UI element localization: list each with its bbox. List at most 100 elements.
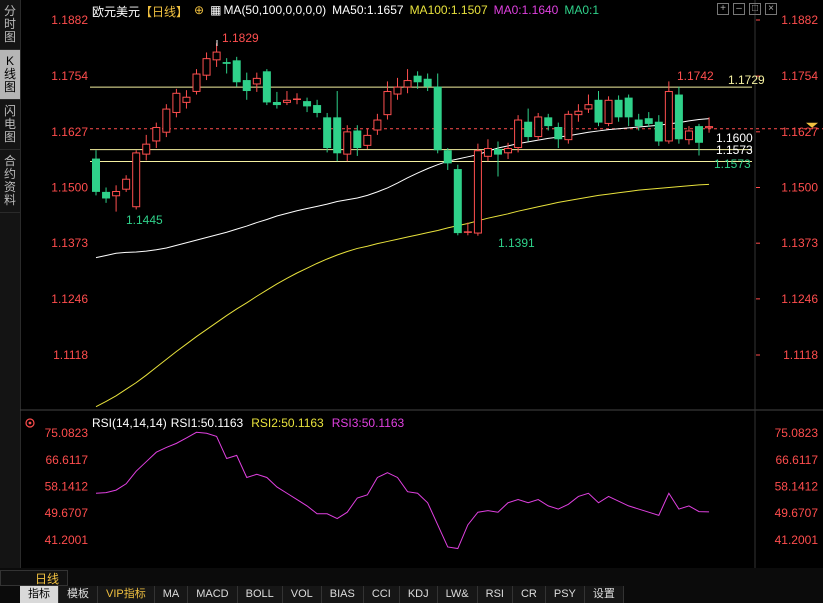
indicator-tabs: 指标 模板 VIP指标 MA MACD BOLL VOL BIAS CCI KDJ LW& RSI CR… xyxy=(20,586,624,603)
price-axis-label: 1.1754 xyxy=(781,69,818,83)
candle-body xyxy=(182,96,191,103)
candle-body xyxy=(654,121,663,142)
kline-chart[interactable]: 1.18821.18821.17541.17541.16271.16271.15… xyxy=(0,0,823,568)
candle-body xyxy=(343,131,352,155)
candle-body xyxy=(614,99,623,118)
price-axis-label-left: 1.1754 xyxy=(51,69,88,83)
rsi-settings-icon[interactable] xyxy=(24,417,36,429)
candle-body xyxy=(514,119,523,149)
candle-body xyxy=(403,80,412,88)
candle-body xyxy=(373,119,382,131)
indicator-tab[interactable]: LW& xyxy=(437,586,478,603)
indicator-tab[interactable]: CCI xyxy=(363,586,400,603)
candle-body xyxy=(122,178,131,190)
rsi-axis-label: 49.6707 xyxy=(775,506,819,520)
candle-body xyxy=(232,60,241,83)
candle-body xyxy=(504,148,513,154)
annotation-level-1573a: 1.1573 xyxy=(716,143,753,157)
indicator-tab[interactable]: CR xyxy=(512,586,546,603)
indicator-tab[interactable]: 指标 xyxy=(20,586,59,603)
candle-body xyxy=(132,152,141,208)
rsi-axis-label: 58.1412 xyxy=(775,480,819,494)
candle-body xyxy=(674,94,683,140)
rsi-axis-label-left: 75.0823 xyxy=(45,426,89,440)
price-axis-label-left: 1.1246 xyxy=(51,292,88,306)
zoom-icon[interactable]: ⊕ xyxy=(194,3,204,19)
candle-body xyxy=(433,86,442,151)
rsi-axis-label: 75.0823 xyxy=(775,426,819,440)
rsi-header: RSI(14,14,14) RSI1:50.1163 RSI2:50.1163 … xyxy=(92,416,404,432)
candle-body xyxy=(242,80,251,92)
indicator-tab[interactable]: PSY xyxy=(545,586,585,603)
candle-body xyxy=(222,62,231,64)
candle-body xyxy=(584,104,593,110)
ma-params: MA(50,100,0,0,0,0) xyxy=(223,3,327,17)
candle-body xyxy=(664,91,673,142)
indicator-tab[interactable]: 模板 xyxy=(59,586,98,603)
price-axis-label-left: 1.1882 xyxy=(51,13,88,27)
candle-body xyxy=(554,126,563,140)
price-axis-label-left: 1.1373 xyxy=(51,236,88,250)
minimize-icon[interactable]: – xyxy=(733,3,745,15)
ma100-value: MA100:1.1507 xyxy=(409,3,488,17)
candle-body xyxy=(363,134,372,146)
annotation-high-right: 1.1742 xyxy=(677,69,714,83)
rsi-axis-label-left: 66.6117 xyxy=(46,453,89,467)
price-axis-label: 1.1373 xyxy=(781,236,818,250)
annotation-low-left: 1.1445 xyxy=(126,213,163,227)
price-axis-label-left: 1.1627 xyxy=(51,125,88,139)
indicator-tab[interactable]: MA xyxy=(154,586,189,603)
candle-body xyxy=(293,98,301,100)
candle-body xyxy=(624,97,633,118)
candle-body xyxy=(534,116,543,138)
rsi-axis-label-left: 41.2001 xyxy=(45,533,89,547)
ma50-value: MA50:1.1657 xyxy=(332,3,404,17)
candle-body xyxy=(473,150,482,234)
symbol-name: 欧元美元 xyxy=(92,5,141,19)
price-axis-label: 1.1246 xyxy=(781,292,818,306)
indicator-tab[interactable]: RSI xyxy=(477,586,513,603)
candle-body xyxy=(594,99,603,123)
price-axis-label: 1.1882 xyxy=(781,13,818,27)
annotation-high-left: 1.1829 xyxy=(222,31,259,45)
main-chart-header: 欧元美元 【日线】 ⊕ ▦ MA(50,100,0,0,0,0) MA50:1.… xyxy=(92,3,599,19)
candle-body xyxy=(695,126,703,143)
candle-body xyxy=(564,113,573,141)
candle-body xyxy=(483,148,492,157)
candle-body xyxy=(162,108,171,133)
candle-body xyxy=(323,117,332,149)
indicator-tab[interactable]: BIAS xyxy=(321,586,364,603)
candle-body xyxy=(313,105,322,113)
indicator-tab[interactable]: 设置 xyxy=(584,586,624,603)
rsi-axis-label-left: 49.6707 xyxy=(45,506,89,520)
price-axis-label-left: 1.1500 xyxy=(51,181,88,195)
maximize-icon[interactable]: □ xyxy=(749,3,761,15)
chart-type-icon[interactable]: ▦ xyxy=(210,3,221,19)
ma0-value-b: MA0:1 xyxy=(564,3,600,17)
indicator-tab[interactable]: MACD xyxy=(188,586,238,603)
candle-body xyxy=(152,126,161,142)
rsi-axis-label: 66.6117 xyxy=(776,453,819,467)
ma100-line xyxy=(95,183,710,408)
period-row: 日线 xyxy=(0,570,69,586)
candle-body xyxy=(262,71,271,103)
price-axis-label: 1.1118 xyxy=(783,348,818,362)
rsi1-value: RSI1:50.1163 xyxy=(170,416,244,430)
period-button[interactable]: 日线 xyxy=(0,570,69,586)
ma50-line xyxy=(95,118,710,259)
candle-body xyxy=(112,191,121,197)
add-icon[interactable]: + xyxy=(717,3,729,15)
candle-body xyxy=(353,130,362,149)
candle-body xyxy=(413,75,422,83)
indicator-tab[interactable]: VOL xyxy=(282,586,322,603)
indicator-tab[interactable]: KDJ xyxy=(399,586,438,603)
close-icon[interactable]: × xyxy=(765,3,777,15)
indicator-tab[interactable]: VIP指标 xyxy=(98,586,155,603)
candle-body xyxy=(644,118,653,124)
indicator-tab[interactable]: BOLL xyxy=(237,586,283,603)
window-toolbar: + – □ × xyxy=(717,3,777,15)
candle-body xyxy=(524,121,533,138)
candle-body xyxy=(272,101,281,106)
rsi2-value: RSI2:50.1163 xyxy=(251,416,324,430)
candle-body xyxy=(333,117,342,154)
